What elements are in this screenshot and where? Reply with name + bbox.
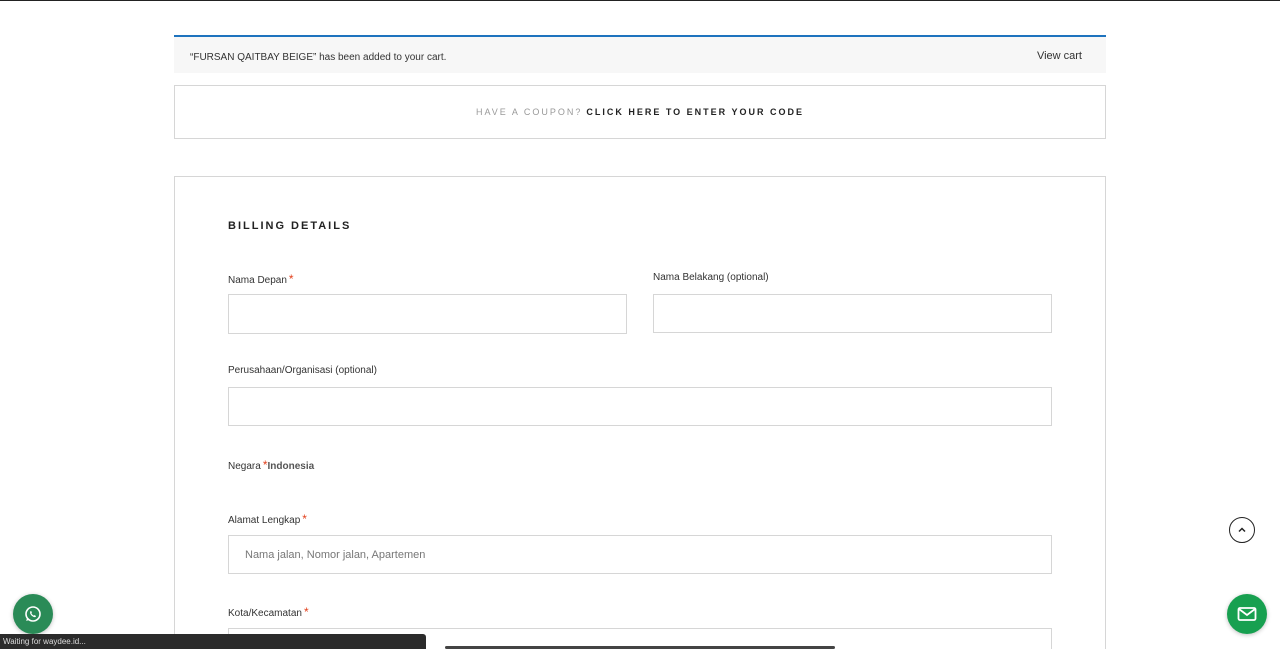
whatsapp-icon <box>25 606 41 622</box>
first-name-label-text: Nama Depan <box>228 275 287 286</box>
billing-title: BILLING DETAILS <box>228 220 352 232</box>
company-label: Perusahaan/Organisasi (optional) <box>228 365 377 376</box>
cart-notice: “FURSAN QAITBAY BEIGE” has been added to… <box>174 35 1106 73</box>
coupon-question: HAVE A COUPON? <box>475 107 583 117</box>
country-value: Indonesia <box>267 461 315 472</box>
last-name-field[interactable] <box>653 294 1052 333</box>
scroll-to-top-button[interactable] <box>1229 517 1255 543</box>
country-label: Negara *Indonesia <box>228 458 314 472</box>
last-name-label: Nama Belakang (optional) <box>653 272 769 283</box>
browser-status-bar: Waiting for waydee.id... <box>0 634 426 649</box>
first-name-label: Nama Depan * <box>228 272 294 286</box>
address-label: Alamat Lengkap * <box>228 512 307 526</box>
chevron-up-icon <box>1238 527 1246 533</box>
first-name-field[interactable] <box>228 294 627 334</box>
coupon-banner: HAVE A COUPON? CLICK HERE TO ENTER YOUR … <box>174 85 1106 139</box>
top-divider <box>0 0 1280 1</box>
address-field[interactable] <box>228 535 1052 574</box>
country-label-text: Negara <box>228 461 261 472</box>
mail-button[interactable] <box>1227 594 1267 634</box>
required-mark: * <box>288 272 294 286</box>
required-mark: * <box>303 605 309 619</box>
city-label-text: Kota/Kecamatan <box>228 608 302 619</box>
required-mark: * <box>302 512 307 526</box>
city-label: Kota/Kecamatan * <box>228 605 309 619</box>
whatsapp-button[interactable] <box>13 594 53 634</box>
company-field[interactable] <box>228 387 1052 426</box>
coupon-link[interactable]: CLICK HERE TO ENTER YOUR CODE <box>586 107 804 117</box>
mail-icon <box>1237 607 1257 621</box>
cart-notice-message: “FURSAN QAITBAY BEIGE” has been added to… <box>190 52 447 63</box>
view-cart-link[interactable]: View cart <box>1037 50 1082 62</box>
address-label-text: Alamat Lengkap <box>228 515 301 526</box>
